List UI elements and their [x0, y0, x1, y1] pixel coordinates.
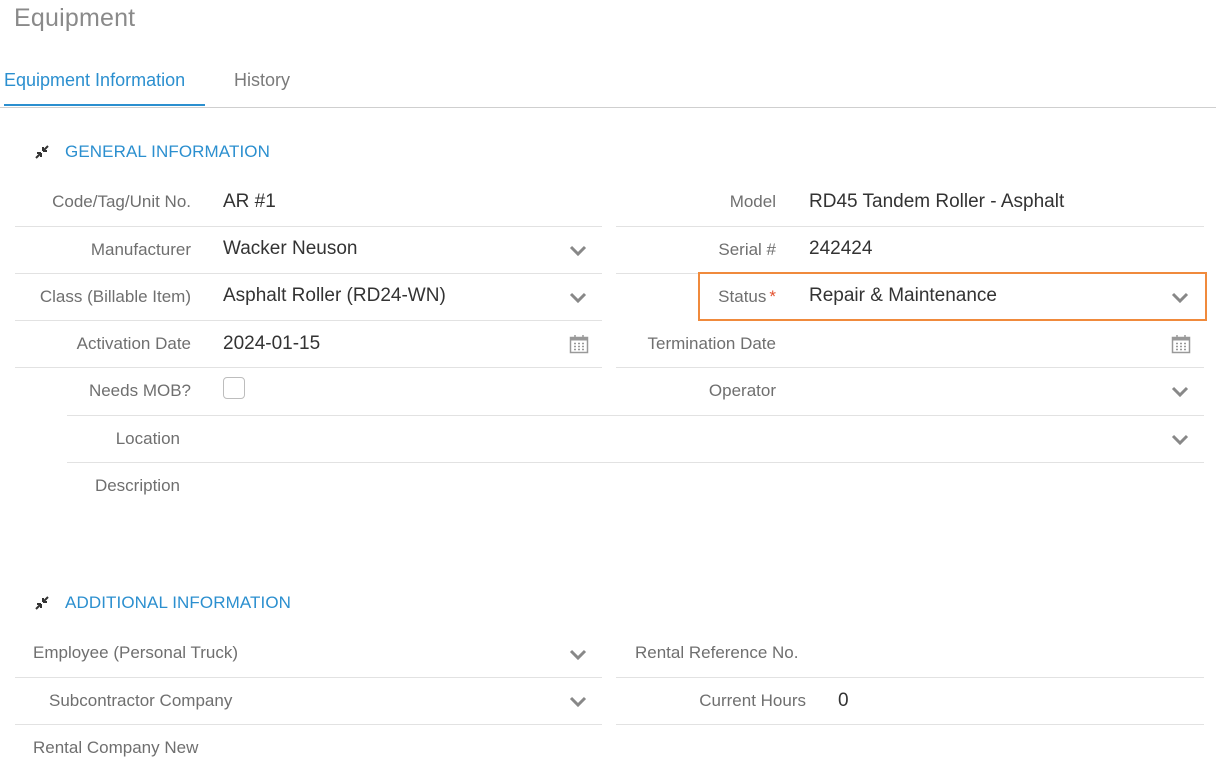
divider	[616, 724, 1204, 725]
chevron-down-icon[interactable]	[1171, 292, 1189, 304]
calendar-icon[interactable]	[1171, 334, 1191, 354]
chevron-down-icon[interactable]	[1171, 434, 1189, 446]
tab-bar: Equipment Information History	[0, 58, 1216, 108]
operator-label: Operator	[708, 381, 776, 400]
divider	[15, 724, 602, 725]
current-hours-label: Current Hours	[699, 691, 806, 710]
manufacturer-label: Manufacturer	[90, 240, 191, 259]
tab-history[interactable]: History	[234, 70, 290, 104]
additional-information-title: ADDITIONAL INFORMATION	[65, 593, 292, 612]
model-label: Model	[729, 192, 776, 211]
chevron-down-icon[interactable]	[569, 649, 587, 661]
class-select[interactable]: Asphalt Roller (RD24-WN)	[223, 285, 446, 307]
collapse-arrows-icon[interactable]	[32, 142, 52, 162]
chevron-down-icon[interactable]	[569, 292, 587, 304]
divider	[616, 677, 1204, 678]
tab-equipment-information[interactable]: Equipment Information	[4, 70, 205, 106]
chevron-down-icon[interactable]	[569, 245, 587, 257]
general-information-header[interactable]: GENERAL INFORMATION	[32, 142, 270, 162]
needs-mob-checkbox[interactable]	[223, 377, 245, 399]
additional-information-header[interactable]: ADDITIONAL INFORMATION	[32, 593, 291, 613]
page-title: Equipment	[14, 4, 136, 32]
termination-date-label: Termination Date	[647, 334, 776, 353]
description-label: Description	[94, 476, 180, 495]
divider	[67, 462, 1204, 463]
current-hours-field[interactable]: 0	[838, 690, 849, 712]
needs-mob-label: Needs MOB?	[88, 381, 191, 400]
location-label: Location	[115, 429, 180, 448]
rental-company-label: Rental Company New	[33, 738, 199, 757]
activation-date-field[interactable]: 2024-01-15	[223, 333, 320, 355]
divider	[15, 677, 602, 678]
subcontractor-label: Subcontractor Company	[49, 691, 233, 710]
divider	[616, 367, 1204, 368]
divider	[67, 415, 1204, 416]
status-label-text: Status	[718, 287, 767, 306]
activation-date-label: Activation Date	[76, 334, 191, 353]
employee-label: Employee (Personal Truck)	[33, 643, 239, 662]
required-asterisk: *	[769, 287, 776, 306]
code-field[interactable]: AR #1	[223, 191, 276, 213]
serial-label: Serial #	[718, 240, 776, 259]
divider	[15, 320, 602, 321]
serial-field[interactable]: 242424	[809, 238, 872, 260]
calendar-icon[interactable]	[569, 334, 589, 354]
status-select[interactable]: Repair & Maintenance	[809, 285, 997, 307]
general-information-title: GENERAL INFORMATION	[65, 142, 270, 161]
collapse-arrows-icon[interactable]	[32, 593, 52, 613]
divider	[616, 226, 1204, 227]
chevron-down-icon[interactable]	[1171, 386, 1189, 398]
class-label: Class (Billable Item)	[39, 287, 191, 306]
code-label: Code/Tag/Unit No.	[52, 192, 191, 211]
status-label: Status *	[718, 287, 776, 307]
chevron-down-icon[interactable]	[569, 696, 587, 708]
rental-reference-label: Rental Reference No.	[635, 643, 799, 662]
divider	[15, 226, 602, 227]
divider	[15, 367, 602, 368]
divider	[15, 273, 602, 274]
model-field[interactable]: RD45 Tandem Roller - Asphalt	[809, 191, 1064, 213]
manufacturer-select[interactable]: Wacker Neuson	[223, 238, 357, 260]
